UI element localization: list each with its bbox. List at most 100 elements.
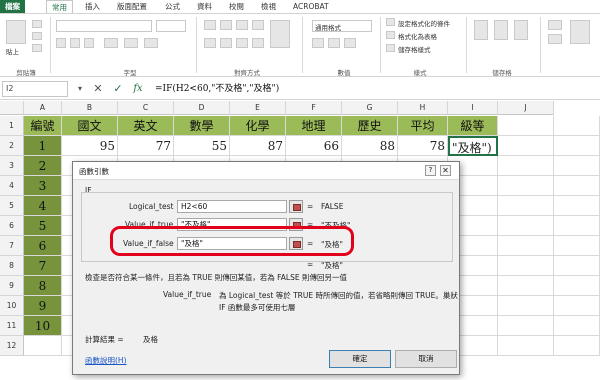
column-header[interactable]: E [230, 101, 286, 115]
tab-formulas[interactable]: 公式 [160, 0, 185, 13]
cell[interactable] [498, 216, 554, 236]
format-painter-icon[interactable] [32, 44, 42, 52]
merge-center-icon[interactable] [270, 20, 290, 48]
id-cell[interactable]: 5 [24, 216, 62, 236]
id-cell[interactable]: 6 [24, 236, 62, 256]
cell[interactable] [554, 176, 600, 196]
italic-icon[interactable] [70, 38, 80, 48]
column-header[interactable]: F [286, 101, 342, 115]
orientation-icon[interactable] [252, 20, 264, 30]
id-cell[interactable]: 10 [24, 316, 62, 336]
data-cell[interactable]: "及格") [448, 136, 498, 156]
row-header[interactable]: 2 [0, 136, 24, 156]
name-box[interactable]: I2 [2, 81, 68, 97]
cell[interactable] [498, 116, 554, 136]
paste-icon[interactable] [6, 20, 26, 44]
header-cell[interactable]: 地理 [286, 116, 342, 136]
namebox-dropdown-icon[interactable]: ▾ [72, 81, 88, 97]
insert-function-icon[interactable]: fx [130, 81, 146, 97]
tab-review[interactable]: 校閱 [224, 0, 249, 13]
cell[interactable] [498, 236, 554, 256]
sort-filter-icon[interactable] [570, 20, 590, 44]
data-cell[interactable]: 78 [398, 136, 448, 156]
help-icon[interactable]: ? [425, 165, 436, 176]
cell[interactable] [498, 316, 554, 336]
cell[interactable] [554, 116, 600, 136]
id-cell[interactable]: 3 [24, 176, 62, 196]
cancel-icon[interactable]: ✕ [90, 81, 106, 97]
cell[interactable] [24, 336, 62, 356]
font-color-icon[interactable] [144, 38, 158, 48]
copy-icon[interactable] [32, 32, 42, 40]
indent-icon[interactable] [252, 38, 264, 48]
fill-color-icon[interactable] [124, 38, 138, 48]
tab-file[interactable]: 檔案 [0, 0, 25, 13]
paste-button[interactable]: 貼上 [6, 46, 19, 56]
header-cell[interactable]: 歷史 [342, 116, 398, 136]
cell[interactable] [498, 276, 554, 296]
collapse-dialog-icon[interactable] [289, 200, 303, 213]
data-cell[interactable]: 87 [230, 136, 286, 156]
percent-icon[interactable] [328, 38, 340, 48]
select-all-corner[interactable] [0, 101, 24, 115]
row-header[interactable]: 7 [0, 236, 24, 256]
header-cell[interactable]: 國文 [62, 116, 118, 136]
cell[interactable] [498, 136, 554, 156]
logical-test-input[interactable]: H2<60 [177, 200, 287, 213]
id-cell[interactable]: 4 [24, 196, 62, 216]
font-name-box[interactable] [56, 20, 152, 32]
tab-home[interactable]: 常用 [46, 0, 73, 13]
conditional-format-button[interactable]: 設定格式化的條件 [398, 18, 450, 28]
fill-icon[interactable] [548, 34, 562, 44]
cell[interactable] [554, 256, 600, 276]
close-icon[interactable]: ✕ [440, 165, 451, 176]
enter-check-icon[interactable]: ✓ [110, 81, 126, 97]
cell[interactable] [554, 236, 600, 256]
cancel-button[interactable]: 取消 [395, 350, 457, 368]
cell[interactable] [554, 296, 600, 316]
data-cell[interactable]: 1 [24, 136, 62, 156]
bold-icon[interactable] [56, 38, 66, 48]
currency-icon[interactable] [312, 38, 324, 48]
column-header[interactable]: C [118, 101, 174, 115]
header-cell[interactable]: 數學 [174, 116, 230, 136]
ok-button[interactable]: 確定 [329, 350, 391, 368]
font-size-box[interactable] [156, 20, 186, 32]
align-bottom-icon[interactable] [236, 20, 248, 30]
cell[interactable] [554, 316, 600, 336]
data-cell[interactable]: 95 [62, 136, 118, 156]
column-header[interactable]: G [342, 101, 398, 115]
underline-icon[interactable] [84, 38, 94, 48]
row-header[interactable]: 11 [0, 316, 24, 336]
cell[interactable] [554, 196, 600, 216]
comma-icon[interactable] [344, 38, 356, 48]
cell-styles-button[interactable]: 儲存格樣式 [398, 44, 431, 54]
data-cell[interactable]: 66 [286, 136, 342, 156]
row-header[interactable]: 6 [0, 216, 24, 236]
cell[interactable] [554, 216, 600, 236]
column-header[interactable]: A [24, 101, 62, 115]
align-center-icon[interactable] [220, 38, 232, 48]
data-cell[interactable]: 88 [342, 136, 398, 156]
column-header[interactable]: H [398, 101, 448, 115]
cell[interactable] [498, 156, 554, 176]
cut-icon[interactable] [32, 20, 42, 28]
header-cell[interactable]: 平均 [398, 116, 448, 136]
format-cells-icon[interactable] [514, 20, 528, 40]
header-cell[interactable]: 化學 [230, 116, 286, 136]
formula-input[interactable]: =IF(H2<60,"不及格","及格") [155, 81, 595, 97]
data-cell[interactable]: 55 [174, 136, 230, 156]
data-cell[interactable]: 77 [118, 136, 174, 156]
id-cell[interactable]: 9 [24, 296, 62, 316]
header-cell[interactable]: 英文 [118, 116, 174, 136]
cell[interactable] [554, 156, 600, 176]
column-header[interactable]: J [498, 101, 554, 115]
row-header[interactable]: 10 [0, 296, 24, 316]
tab-acrobat[interactable]: ACROBAT [288, 0, 334, 13]
cell[interactable] [554, 136, 600, 156]
cell[interactable] [498, 196, 554, 216]
delete-cells-icon[interactable] [494, 20, 508, 40]
column-header[interactable]: D [174, 101, 230, 115]
row-header[interactable]: 8 [0, 256, 24, 276]
align-middle-icon[interactable] [220, 20, 232, 30]
